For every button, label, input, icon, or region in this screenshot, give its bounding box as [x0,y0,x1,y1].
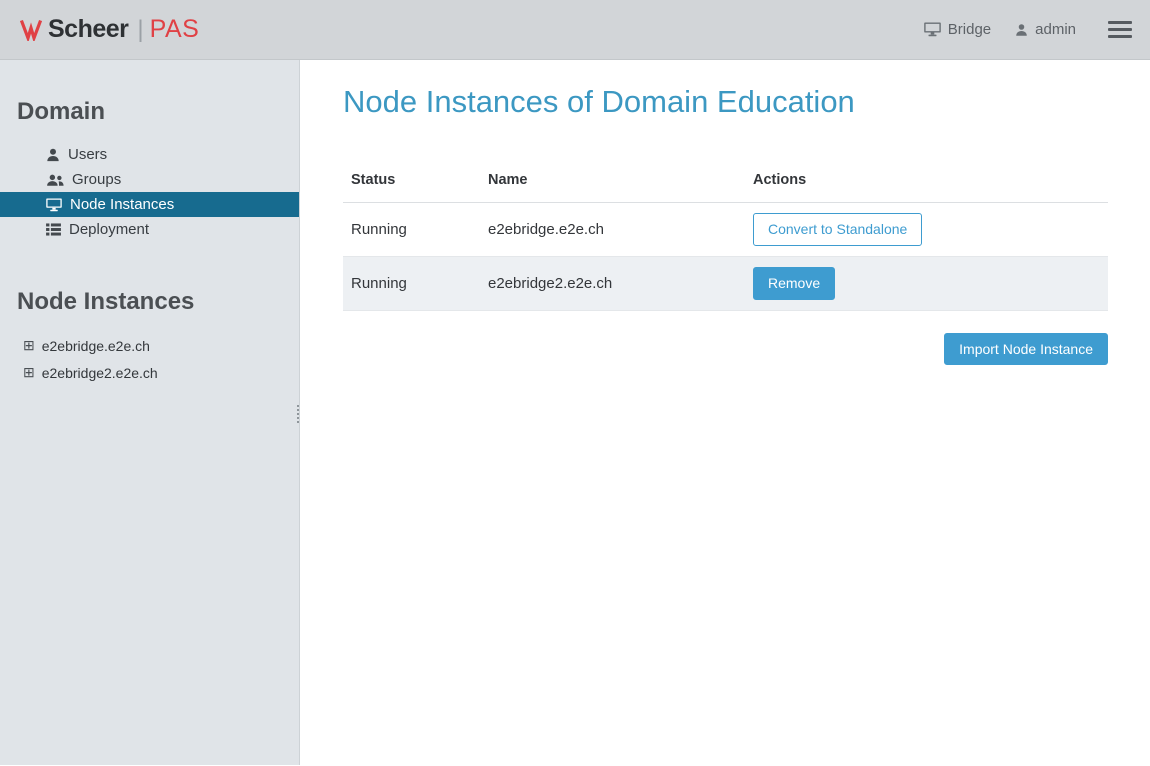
display-icon [924,22,941,37]
tree-item[interactable]: ⊞ e2ebridge.e2e.ch [0,332,299,359]
sidebar-item-label: Deployment [69,221,149,238]
sidebar-item-label: Groups [72,171,121,188]
sidebar-item-deployment[interactable]: Deployment [0,217,299,242]
column-header-name: Name [480,160,745,203]
user-label: admin [1035,21,1076,38]
brand-name: Scheer [48,15,128,44]
sidebar-item-groups[interactable]: Groups [0,167,299,192]
sidebar-item-label: Users [68,146,107,163]
actions-cell: Convert to Standalone [745,203,1108,257]
status-cell: Running [343,203,480,257]
users-icon [46,173,64,187]
tree-item[interactable]: ⊞ e2ebridge2.e2e.ch [0,359,299,386]
node-instances-heading: Node Instances [17,288,299,316]
table-row: Running e2ebridge2.e2e.ch Remove [343,256,1108,310]
sidebar-item-node-instances[interactable]: Node Instances [0,192,299,217]
import-node-instance-button[interactable]: Import Node Instance [944,333,1108,366]
main-content: Node Instances of Domain Education Statu… [300,60,1150,765]
actions-cell: Remove [745,256,1108,310]
display-icon [46,198,62,212]
sidebar-item-users[interactable]: Users [0,142,299,167]
domain-heading: Domain [17,98,299,126]
topbar: Scheer | PAS Bridge admin [0,0,1150,60]
name-cell: e2ebridge.e2e.ch [480,203,745,257]
expand-icon[interactable]: ⊞ [23,337,35,354]
column-header-actions: Actions [745,160,1108,203]
sidebar: Domain Users Groups [0,60,300,765]
node-instances-table: Status Name Actions Running e2ebridge.e2… [343,160,1108,311]
name-cell: e2ebridge2.e2e.ch [480,256,745,310]
node-instances-tree: ⊞ e2ebridge.e2e.ch ⊞ e2ebridge2.e2e.ch [0,332,299,386]
remove-button[interactable]: Remove [753,267,835,300]
scheer-mark-icon [20,19,42,41]
product-name: PAS [150,15,200,44]
tree-item-label: e2ebridge.e2e.ch [42,338,150,354]
logo-divider: | [137,16,143,44]
user-menu[interactable]: admin [1015,21,1076,38]
brand-logo[interactable]: Scheer | PAS [20,15,199,44]
import-row: Import Node Instance [343,333,1108,366]
tree-item-label: e2ebridge2.e2e.ch [42,365,158,381]
user-icon [1015,23,1028,37]
bridge-label: Bridge [948,21,991,38]
deployment-icon [46,223,61,236]
sidebar-item-label: Node Instances [70,196,174,213]
column-header-status: Status [343,160,480,203]
expand-icon[interactable]: ⊞ [23,364,35,381]
hamburger-menu-icon[interactable] [1108,17,1132,42]
page-title: Node Instances of Domain Education [343,84,1108,120]
table-row: Running e2ebridge.e2e.ch Convert to Stan… [343,203,1108,257]
convert-to-standalone-button[interactable]: Convert to Standalone [753,213,922,246]
topbar-right: Bridge admin [924,17,1132,42]
sidebar-resize-handle[interactable] [297,405,301,423]
user-icon [46,148,60,162]
domain-nav: Users Groups Node Instances [0,142,299,242]
bridge-link[interactable]: Bridge [924,21,991,38]
status-cell: Running [343,256,480,310]
